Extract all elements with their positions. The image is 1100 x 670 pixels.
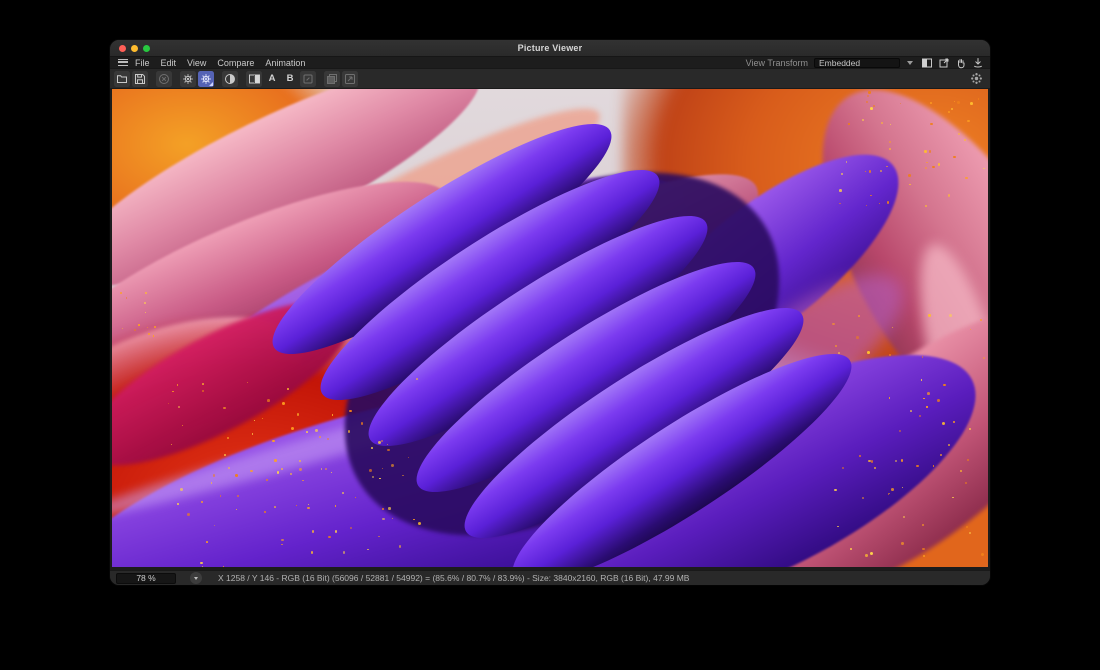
- zoom-level-value: 78 %: [136, 573, 155, 583]
- version-b-label: B: [287, 74, 294, 84]
- window-title: Picture Viewer: [110, 43, 990, 53]
- flyout-corner-marker: [209, 82, 213, 86]
- menu-view[interactable]: View: [187, 57, 206, 69]
- desktop-background: Picture Viewer File Edit View Compare An…: [0, 0, 1100, 670]
- pop-out-icon[interactable]: [937, 57, 950, 68]
- version-b-button[interactable]: B: [282, 71, 298, 87]
- toolbar: A B: [110, 69, 990, 89]
- titlebar[interactable]: Picture Viewer: [110, 40, 990, 57]
- dock-down-arrow-icon[interactable]: [971, 57, 984, 68]
- menu-edit[interactable]: Edit: [161, 57, 177, 69]
- image-canvas[interactable]: [110, 89, 990, 567]
- pan-hand-icon[interactable]: [954, 57, 967, 68]
- menu-compare[interactable]: Compare: [217, 57, 254, 69]
- stop-render-button: [156, 71, 172, 87]
- view-transform-value: Embedded: [819, 58, 860, 68]
- menu-file[interactable]: File: [135, 57, 150, 69]
- version-a-label: A: [269, 74, 276, 84]
- menubar: File Edit View Compare Animation View Tr…: [110, 57, 990, 69]
- menu-icon[interactable]: [118, 59, 128, 66]
- view-transform-select[interactable]: Embedded: [814, 58, 900, 68]
- render-flake-icon-button[interactable]: [968, 71, 984, 87]
- open-file-button[interactable]: [114, 71, 130, 87]
- save-button[interactable]: [132, 71, 148, 87]
- view-transform-dropdown-arrow[interactable]: [904, 58, 916, 68]
- rendered-image: [112, 89, 988, 567]
- version-a-button[interactable]: A: [264, 71, 280, 87]
- zoom-level-field[interactable]: 78 %: [116, 573, 176, 584]
- export-square-button: [342, 71, 358, 87]
- status-info-text: X 1258 / Y 146 - RGB (16 Bit) (56096 / 5…: [218, 573, 689, 583]
- frame-square-button: [300, 71, 316, 87]
- compare-book-button[interactable]: [246, 71, 262, 87]
- statusbar: 78 % X 1258 / Y 146 - RGB (16 Bit) (5609…: [110, 570, 990, 585]
- gear-crossed-icon-button[interactable]: [180, 71, 196, 87]
- split-view-icon[interactable]: [920, 57, 933, 68]
- gear-filter-button-active[interactable]: [198, 71, 214, 87]
- zoom-dropdown-button[interactable]: [190, 572, 202, 584]
- picture-viewer-window: Picture Viewer File Edit View Compare An…: [110, 40, 990, 585]
- view-transform-label: View Transform: [746, 58, 808, 68]
- menu-animation[interactable]: Animation: [265, 57, 305, 69]
- contrast-button[interactable]: [222, 71, 238, 87]
- copy-layers-button: [324, 71, 340, 87]
